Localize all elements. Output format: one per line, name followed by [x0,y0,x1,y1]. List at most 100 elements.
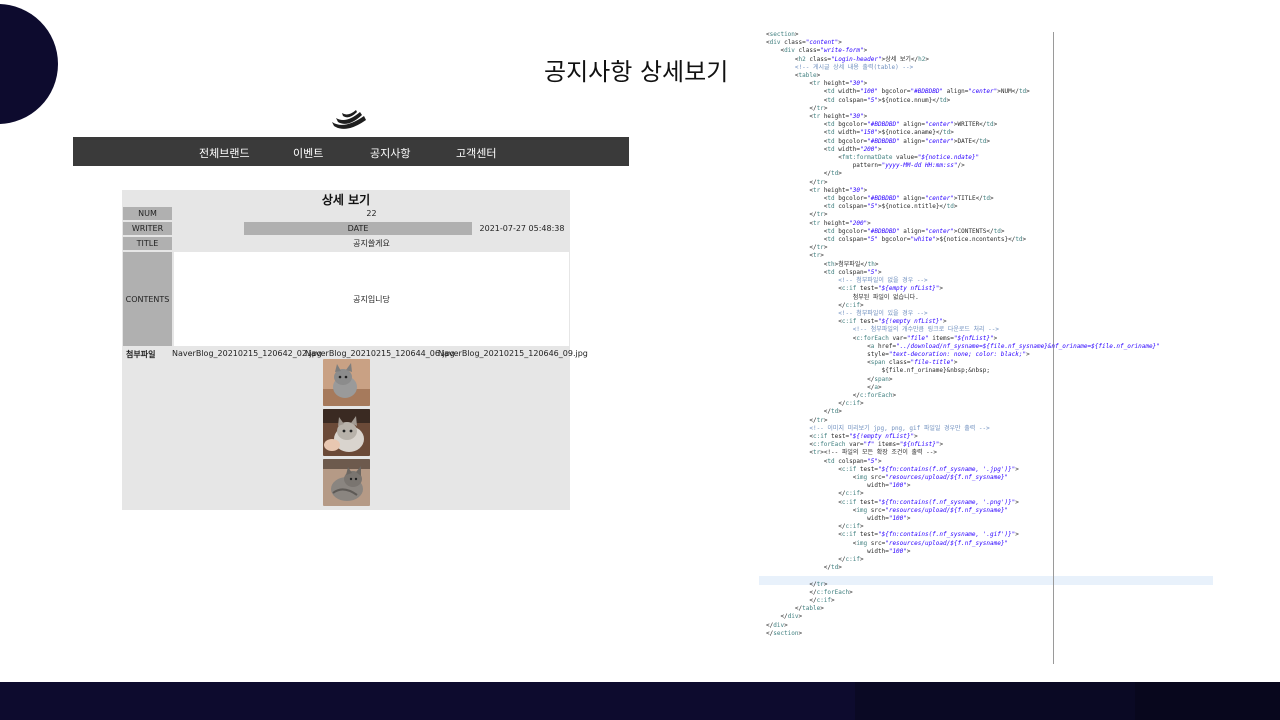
code-line: <td width="150">${notice.aname}</td> [766,129,954,137]
code-line: </tr> [766,580,828,588]
kitten-photo-2 [323,409,370,456]
code-line: </div> [766,621,788,629]
code-line: <!-- 게시글 상세 내용 출력(table) --> [766,63,914,71]
code-line: </tr> [766,104,828,112]
code-line: <c:if test="${fn:contains(f.nf_sysname, … [766,465,1019,473]
code-line: <div class="write-form"> [766,47,868,55]
footer-bar [0,682,1280,720]
code-line: <td bgcolor="#BDBDBD" align="center">DAT… [766,137,991,145]
code-line: </c:if> [766,301,864,309]
code-line: width="100"> [766,547,911,555]
code-line: </c:if> [766,400,864,408]
code-line: <!-- 첨부파일이 있을 경우 --> [766,309,928,317]
attachment-link[interactable]: NaverBlog_20210215_120644_06.jpg [305,349,455,358]
date-value: 2021-07-27 05:48:38 [479,224,565,233]
code-line: <c:if test="${fn:contains(f.nf_sysname, … [766,531,1019,539]
code-line: style="text-decoration: none; color: bla… [766,350,1030,358]
contents-label: CONTENTS [123,252,172,346]
top-navigation: 전체브랜드 이벤트 공지사항 고객센터 [73,137,629,166]
nav-item-customer-center[interactable]: 고객센터 [456,145,496,161]
footer-segment [1135,682,1280,720]
code-line: <c:if test="${!empty nfList}"> [766,432,918,440]
code-line: </tr> [766,178,828,186]
code-listing: <section> <div class="content"> <div clas… [766,31,1160,638]
code-line: <img src="resources/upload/${f.nf_sysnam… [766,473,1009,481]
attachment-label: 첨부파일 [126,350,156,359]
code-line: <tr height="30"> [766,80,868,88]
code-line: <a href="../download/nf_sysname=${file.n… [766,342,1160,350]
code-line: <c:if test="${fn:contains(f.nf_sysname, … [766,498,1019,506]
code-line: <span class="file-title"> [766,359,958,367]
title-label: TITLE [123,237,172,250]
code-line: pattern="yyyy-MM-dd HH:mm:ss"/> [766,162,965,170]
num-label: NUM [123,207,172,220]
code-line: </span> [766,375,893,383]
contents-value: 공지입니당 [174,252,569,346]
code-line: <tr> [766,252,824,260]
code-line: </tr> [766,211,828,219]
code-line: <td colspan="5">${notice.nnum}</td> [766,96,951,104]
footer-segment [855,682,1135,720]
code-line: </c:if> [766,490,864,498]
code-line: </table> [766,605,824,613]
code-line: </td> [766,564,842,572]
code-line: <td width="200"> [766,145,882,153]
code-line: <c:if test="${empty nfList}"> [766,285,944,293]
code-line: <!-- 첨부파일이 없을 경우 --> [766,277,928,285]
code-line: </td> [766,170,842,178]
code-line: width="100"> [766,514,911,522]
slide-title: 공지사항 상세보기 [544,58,729,86]
decorative-circle [0,4,58,124]
code-line: <section> [766,31,799,38]
code-line: <td bgcolor="#BDBDBD" align="center">WRI… [766,121,998,129]
code-line: <c:forEach var="file" items="${nfList}"> [766,334,998,342]
code-line: </c:if> [766,556,864,563]
code-line: </tr> [766,244,828,252]
kitten-photo-3 [323,459,370,506]
date-label: DATE [244,222,472,235]
code-line: 첨부된 파일이 없습니다. [766,293,919,301]
title-value: 공지쓸게요 [353,239,390,248]
code-line: <th>첨부파일</th> [766,260,879,268]
code-line: <td colspan="5"> [766,268,882,276]
code-line: <td colspan="5" bgcolor="white">${notice… [766,236,1027,244]
code-line: <tr height="30"> [766,186,868,194]
code-line: <fmt:formatDate value="${notice.ndate}" [766,154,980,162]
code-line: </c:if> [766,597,835,605]
attachment-link[interactable]: NaverBlog_20210215_120642_02.jpg [172,349,322,358]
nav-item-all-brands[interactable]: 전체브랜드 [199,145,250,161]
code-line: <td colspan="5">${notice.ntitle}</td> [766,203,958,211]
code-line: <tr><!-- 파일의 모든 확장 조건이 출력 --> [766,449,938,457]
code-line: <td bgcolor="#BDBDBD" align="center">TIT… [766,195,994,203]
code-line: <table> [766,72,821,80]
num-value: 22 [366,209,377,218]
code-line: </tr> [766,416,828,424]
detail-heading: 상세 보기 [321,193,371,207]
code-line: </c:forEach> [766,391,897,399]
writer-label: WRITER [123,222,172,235]
code-line: </div> [766,613,803,621]
code-line: <td width="100" bgcolor="#BDBDBD" align=… [766,88,1030,96]
attachment-link[interactable]: NaverBlog_20210215_120646_09.jpg [438,349,588,358]
code-line: </td> [766,408,842,416]
code-line: <!-- 이미지 미리보기 jpg, png, gif 파일일 경우만 출력 -… [766,424,990,432]
code-line: </section> [766,629,803,637]
code-line: <tr height="200"> [766,219,871,227]
nav-item-notices[interactable]: 공지사항 [370,145,410,161]
code-line: <td colspan="5"> [766,457,882,465]
code-line: </a> [766,383,882,391]
brand-logo-icon [332,110,366,129]
code-line: </c:if> [766,523,864,531]
code-line: <!-- 첨부파일의 개수만큼 링크로 다운로드 처리 --> [766,326,1000,334]
code-line: <img src="resources/upload/${f.nf_sysnam… [766,539,1009,547]
code-line: </c:forEach> [766,588,853,596]
code-line: ${file.nf_oriname}&nbsp;&nbsp; [766,367,990,375]
nav-item-events[interactable]: 이벤트 [293,145,323,161]
code-line: <td bgcolor="#BDBDBD" align="center">CON… [766,227,1005,235]
code-line: <div class="content"> [766,39,842,47]
kitten-photo-1 [323,359,370,406]
code-line: <h2 class="Login-header">상세 보기</h2> [766,55,930,63]
code-line: <tr height="30"> [766,113,868,121]
code-line: <img src="resources/upload/${f.nf_sysnam… [766,506,1009,514]
code-line: ​ [766,572,1160,580]
